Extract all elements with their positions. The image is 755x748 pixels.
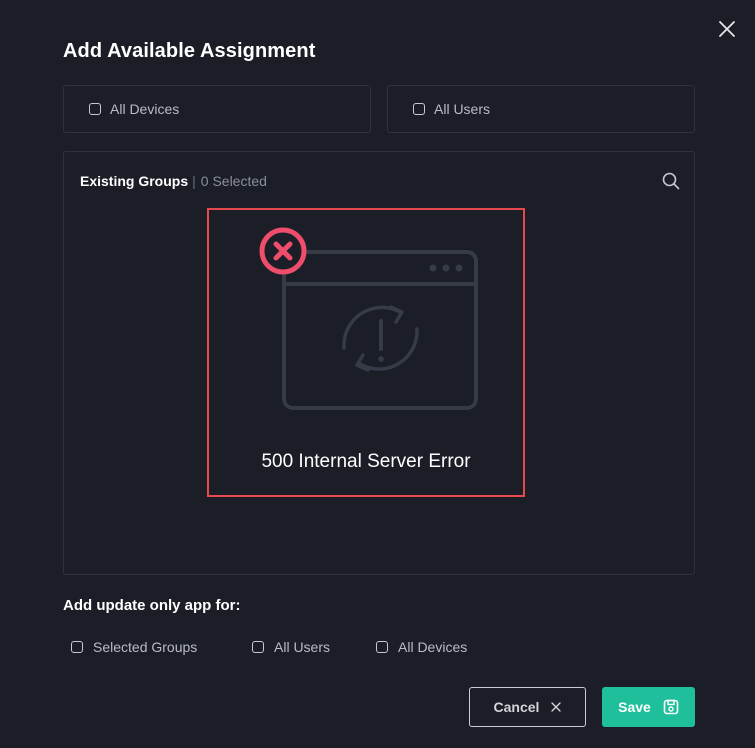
update-all-devices-checkbox[interactable] xyxy=(376,641,388,653)
cancel-x-icon xyxy=(551,702,562,712)
add-assignment-dialog: Add Available Assignment All Devices All… xyxy=(0,0,755,748)
close-button[interactable] xyxy=(714,16,740,42)
dialog-title: Add Available Assignment xyxy=(63,40,316,62)
update-all-devices-label: All Devices xyxy=(398,639,468,655)
save-button-label: Save xyxy=(618,699,651,715)
error-state: 500 Internal Server Error xyxy=(207,208,525,497)
update-selected-groups-option[interactable]: Selected Groups xyxy=(71,638,197,656)
error-message: 500 Internal Server Error xyxy=(261,451,471,472)
groups-search-button[interactable] xyxy=(661,171,681,191)
browser-refresh-alert-icon xyxy=(259,227,478,410)
header-separator: | xyxy=(192,173,196,189)
selected-count: 0 Selected xyxy=(200,173,267,189)
save-button[interactable]: Save xyxy=(602,687,695,727)
existing-groups-header: Existing Groups | 0 Selected xyxy=(80,173,267,189)
all-users-checkbox[interactable] xyxy=(413,103,425,115)
save-disk-icon xyxy=(663,699,679,715)
update-only-label: Add update only app for: xyxy=(63,597,241,614)
cancel-button[interactable]: Cancel xyxy=(469,687,586,727)
existing-groups-title: Existing Groups xyxy=(80,173,189,189)
all-devices-checkbox[interactable] xyxy=(89,103,101,115)
selected-groups-checkbox[interactable] xyxy=(71,641,83,653)
update-all-users-option[interactable]: All Users xyxy=(252,638,330,656)
all-devices-option[interactable]: All Devices xyxy=(63,85,371,133)
selected-groups-label: Selected Groups xyxy=(93,639,198,655)
all-users-label: All Users xyxy=(434,101,491,117)
search-icon xyxy=(662,172,680,190)
all-users-option[interactable]: All Users xyxy=(387,85,695,133)
close-icon xyxy=(719,21,735,37)
update-all-users-label: All Users xyxy=(274,639,331,655)
update-all-users-checkbox[interactable] xyxy=(252,641,264,653)
cancel-button-label: Cancel xyxy=(493,699,540,715)
existing-groups-panel: Existing Groups | 0 Selected 500 Interna… xyxy=(63,151,695,575)
all-devices-label: All Devices xyxy=(110,101,180,117)
update-all-devices-option[interactable]: All Devices xyxy=(376,638,467,656)
